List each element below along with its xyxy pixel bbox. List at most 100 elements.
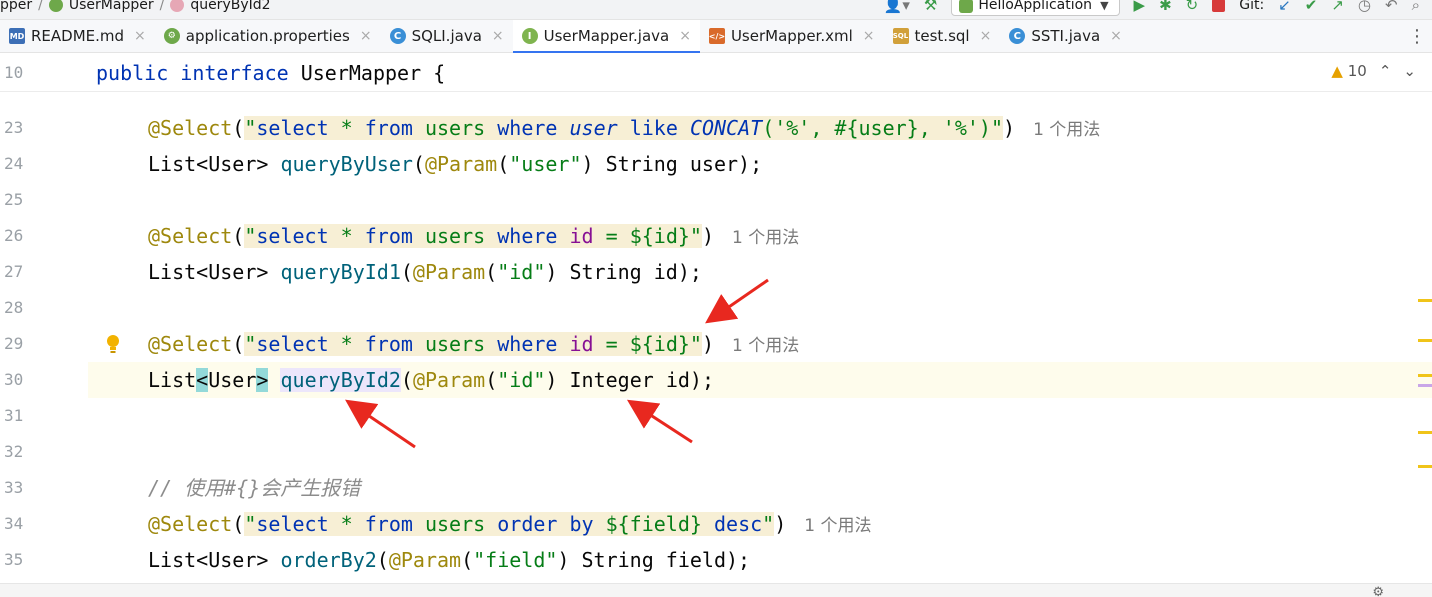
sticky-code-line: public interface UserMapper { [96, 61, 446, 85]
usages-hint[interactable]: 1 个用法 [732, 336, 799, 356]
line-number: 10 [4, 63, 24, 82]
close-icon[interactable]: × [1110, 28, 1122, 44]
line-number: 23 [4, 118, 24, 137]
run-icon[interactable]: ▶ [1134, 0, 1146, 14]
tab-label: UserMapper.java [543, 27, 670, 45]
code-line[interactable]: @Select("select * from users where user … [88, 110, 1432, 146]
spring-boot-icon [959, 0, 974, 13]
tab-label: SSTI.java [1031, 27, 1101, 45]
warning-icon: ▲ [1331, 62, 1343, 80]
code-editor[interactable]: 10 public interface UserMapper { ▲ 10 ⌃ … [0, 54, 1432, 597]
warning-count: 10 [1347, 62, 1367, 80]
line-number: 32 [4, 442, 24, 461]
stop-icon[interactable] [1212, 0, 1226, 12]
gear-icon[interactable]: ⚙ [1372, 585, 1384, 597]
scrollbar-marker[interactable] [1418, 374, 1432, 377]
navigation-bar: pper / UserMapper / queryById2 👤▾ ⚒ Hell… [0, 0, 1432, 20]
search-icon[interactable]: ⌕ [1412, 0, 1420, 14]
inspection-widget[interactable]: ▲ 10 ⌃ ⌄ [1331, 62, 1416, 80]
code-line[interactable]: @Select("select * from users where id = … [88, 218, 1432, 254]
git-update-icon[interactable]: ↙ [1278, 0, 1291, 14]
tab-usermapper-xml[interactable]: </> UserMapper.xml × [700, 20, 884, 52]
sql-file-icon: SQL [892, 28, 909, 44]
usages-hint[interactable]: 1 个用法 [1033, 120, 1100, 140]
lightbulb-icon[interactable] [104, 334, 122, 354]
tab-label: test.sql [914, 27, 970, 45]
scrollbar-marker[interactable] [1418, 299, 1432, 302]
tab-label: application.properties [185, 27, 350, 45]
scrollbar-marker[interactable] [1418, 384, 1432, 387]
main-toolbar: 👤▾ ⚒ HelloApplication ▼ ▶ ✱ ↻ Git: ↙ ✔ ↗… [884, 0, 1432, 16]
close-icon[interactable]: × [980, 28, 992, 44]
java-interface-icon: I [521, 28, 538, 44]
sticky-scope-header[interactable]: 10 public interface UserMapper { ▲ 10 ⌃ … [0, 54, 1432, 92]
breadcrumb-separator: / [159, 0, 165, 13]
scrollbar-marker[interactable] [1418, 339, 1432, 342]
line-number: 25 [4, 190, 24, 209]
chevron-up-icon[interactable]: ⌃ [1379, 62, 1392, 80]
usages-hint[interactable]: 1 个用法 [804, 516, 871, 536]
tab-label: SQLI.java [411, 27, 482, 45]
tab-readme[interactable]: MD README.md × [0, 20, 155, 52]
interface-icon [48, 0, 63, 12]
code-line[interactable]: @Select("select * from users order by ${… [88, 506, 1432, 542]
close-icon[interactable]: × [863, 28, 875, 44]
more-tabs-icon[interactable]: ⋮ [1402, 20, 1432, 52]
status-strip: ⚙ [0, 583, 1432, 597]
tab-application-properties[interactable]: ⚙ application.properties × [155, 20, 381, 52]
chevron-down-icon[interactable]: ⌄ [1403, 62, 1416, 80]
tab-usermapper-java[interactable]: I UserMapper.java × [512, 20, 701, 53]
breadcrumb: pper / UserMapper / queryById2 [0, 0, 271, 15]
coverage-icon[interactable]: ↻ [1186, 0, 1199, 14]
line-number: 34 [4, 514, 24, 533]
line-number: 26 [4, 226, 24, 245]
line-number: 28 [4, 298, 24, 317]
close-icon[interactable]: × [679, 28, 691, 44]
tab-test-sql[interactable]: SQL test.sql × [884, 20, 1001, 52]
line-number: 29 [4, 334, 24, 353]
properties-file-icon: ⚙ [163, 28, 180, 44]
xml-file-icon: </> [709, 28, 725, 44]
breadcrumb-separator: / [38, 0, 43, 13]
breadcrumb-item-method[interactable]: queryById2 [190, 0, 270, 13]
java-class-icon: C [1009, 28, 1026, 44]
build-hammer-icon[interactable]: ⚒ [924, 0, 937, 14]
rollback-icon[interactable]: ↶ [1385, 0, 1398, 14]
git-commit-icon[interactable]: ✔ [1305, 0, 1318, 14]
scrollbar-marker[interactable] [1418, 431, 1432, 434]
code-line[interactable]: @Select("select * from users where id = … [88, 326, 1432, 362]
line-number: 31 [4, 406, 24, 425]
breadcrumb-item-package[interactable]: pper [0, 0, 32, 13]
code-line[interactable]: List<User> queryByUser(@Param("user") St… [88, 146, 1432, 182]
code-line-current[interactable]: List<User> queryById2(@Param("id") Integ… [88, 362, 1432, 398]
history-icon[interactable]: ◷ [1358, 0, 1371, 14]
line-number: 35 [4, 550, 24, 569]
line-number: 30 [4, 370, 24, 389]
line-number: 33 [4, 478, 24, 497]
tab-sqli-java[interactable]: C SQLI.java × [381, 20, 513, 52]
close-icon[interactable]: × [134, 28, 146, 44]
chevron-down-icon: ▼ [1100, 0, 1109, 12]
debug-icon[interactable]: ✱ [1159, 0, 1172, 14]
breadcrumb-item-class[interactable]: UserMapper [69, 0, 154, 13]
markdown-file-icon: MD [9, 28, 25, 44]
user-icon[interactable]: 👤▾ [884, 0, 910, 14]
line-number: 24 [4, 154, 24, 173]
code-line[interactable]: List<User> queryById1(@Param("id") Strin… [88, 254, 1432, 290]
close-icon[interactable]: × [492, 28, 504, 44]
git-label: Git: [1239, 0, 1265, 13]
method-icon [170, 0, 185, 12]
git-push-icon[interactable]: ↗ [1331, 0, 1344, 14]
run-configuration-selector[interactable]: HelloApplication ▼ [951, 0, 1120, 16]
code-line-comment[interactable]: // 使用#{}会产生报错 [88, 470, 1432, 506]
run-configuration-label: HelloApplication [978, 0, 1093, 13]
close-icon[interactable]: × [360, 28, 372, 44]
scrollbar-marker[interactable] [1418, 465, 1432, 468]
editor-tabs: MD README.md × ⚙ application.properties … [0, 20, 1432, 53]
code-area[interactable]: @Select("select * from users where user … [88, 54, 1432, 597]
usages-hint[interactable]: 1 个用法 [732, 228, 799, 248]
code-line[interactable]: List<User> orderBy2(@Param("field") Stri… [88, 542, 1432, 578]
tab-ssti-java[interactable]: C SSTI.java × [1000, 20, 1131, 52]
line-number: 27 [4, 262, 24, 281]
tab-label: README.md [31, 27, 125, 45]
